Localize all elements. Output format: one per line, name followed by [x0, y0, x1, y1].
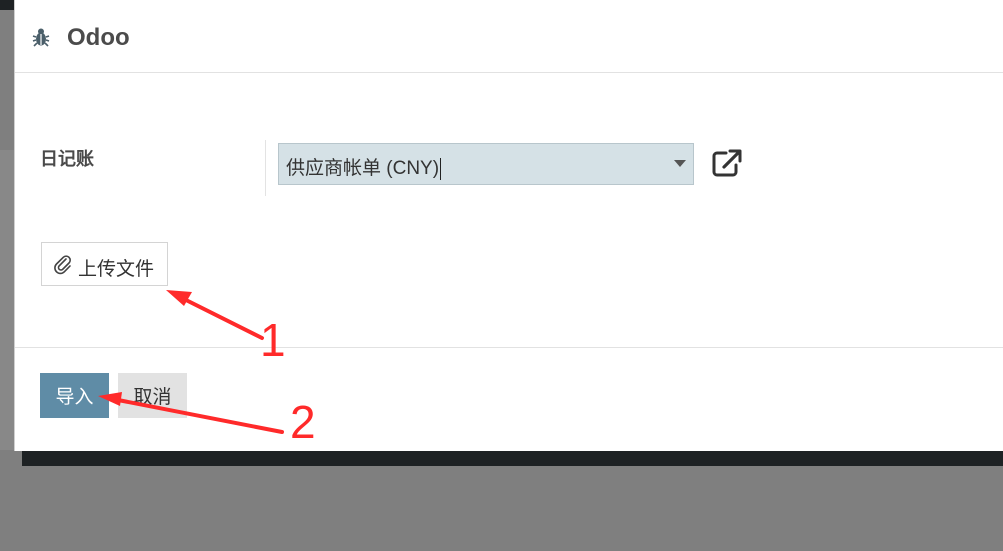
field-divider: [265, 140, 266, 196]
paperclip-icon: [54, 255, 71, 275]
cancel-button[interactable]: 取消: [118, 373, 187, 418]
import-dialog: Odoo 日记账 供应商帐单 (CNY) 上传文件 导入 取消: [14, 0, 1003, 451]
backdrop-left-edge: [0, 150, 15, 450]
journal-select[interactable]: 供应商帐单 (CNY): [278, 143, 694, 185]
journal-select-value: 供应商帐单 (CNY): [286, 157, 442, 180]
bug-icon: [32, 28, 50, 47]
chevron-down-icon[interactable]: [674, 160, 686, 167]
upload-file-button[interactable]: 上传文件: [41, 242, 168, 286]
journal-label: 日记账: [40, 149, 94, 169]
text-caret: [440, 157, 442, 180]
external-link-icon[interactable]: [711, 148, 743, 178]
dialog-title: Odoo: [67, 24, 130, 51]
footer-divider: [15, 347, 1003, 348]
backdrop-bottom-bar: [22, 450, 1003, 466]
upload-file-label: 上传文件: [78, 259, 155, 280]
dialog-header: Odoo: [15, 0, 1003, 73]
import-button[interactable]: 导入: [40, 373, 109, 418]
